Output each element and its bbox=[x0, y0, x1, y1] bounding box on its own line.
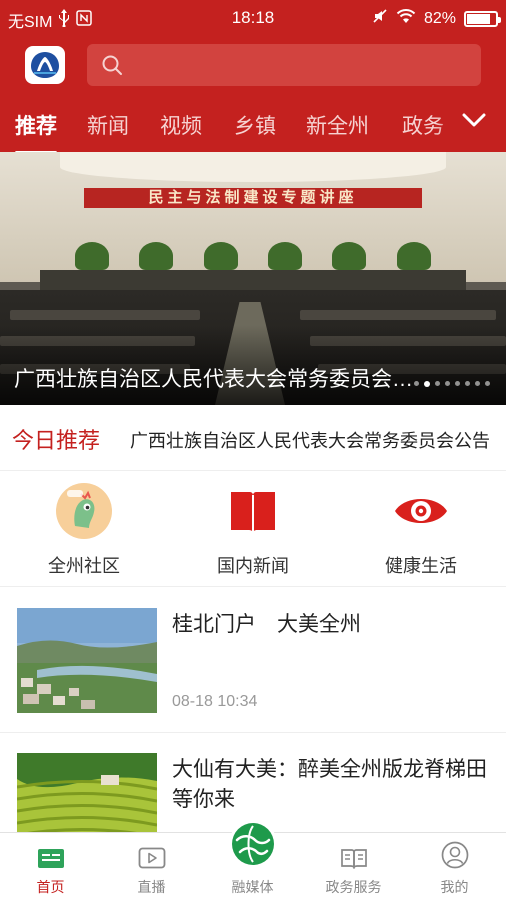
carousel-dot[interactable] bbox=[465, 381, 470, 386]
app-logo[interactable] bbox=[25, 46, 65, 84]
today-recommend-label: 今日推荐 bbox=[12, 428, 101, 453]
news-title[interactable]: 大仙有大美：醉美全州版龙脊梯田等你来 bbox=[172, 755, 492, 815]
tab-recommend[interactable]: 推荐 bbox=[15, 110, 57, 154]
banner-caption[interactable]: 广西壮族自治区人民代表大会常务委员会公告 bbox=[14, 363, 419, 393]
today-recommend-text[interactable]: 广西壮族自治区人民代表大会常务委员会公告 bbox=[130, 427, 490, 453]
nav-profile[interactable]: 我的 bbox=[404, 833, 505, 900]
carousel-dot[interactable] bbox=[435, 381, 440, 386]
globe-icon[interactable] bbox=[229, 820, 277, 868]
carousel-dot[interactable] bbox=[475, 381, 480, 386]
quick-link-label: 国内新闻 bbox=[217, 556, 289, 576]
mute-icon bbox=[372, 8, 388, 29]
tab-video[interactable]: 视频 bbox=[160, 110, 202, 140]
search-input[interactable] bbox=[87, 44, 481, 86]
news-title[interactable]: 桂北门户 大美全州 bbox=[172, 610, 492, 640]
book-icon bbox=[224, 482, 282, 540]
carousel-dot[interactable] bbox=[424, 381, 430, 387]
news-list-item[interactable]: 大仙有大美：醉美全州版龙脊梯田等你来 bbox=[0, 733, 506, 858]
headline-carousel[interactable]: 民主与法制建设专题讲座 广西壮族自治区人民代表大会常务委员会公告 bbox=[0, 152, 506, 405]
quick-link-label: 全州社区 bbox=[48, 556, 120, 576]
quick-link-community[interactable]: 全州社区 bbox=[4, 482, 164, 578]
quick-link-domestic-news[interactable]: 国内新闻 bbox=[173, 482, 333, 578]
banner-sign: 民主与法制建设专题讲座 bbox=[84, 188, 422, 208]
battery-percent: 82% bbox=[423, 9, 456, 27]
eye-icon bbox=[392, 482, 450, 540]
quick-link-healthy-life[interactable]: 健康生活 bbox=[341, 482, 501, 578]
service-book-icon bbox=[303, 833, 404, 869]
tab-new-quanzhou[interactable]: 新全州 bbox=[306, 110, 369, 140]
nav-live[interactable]: 直播 bbox=[101, 833, 202, 900]
news-time: 08-18 10:34 bbox=[172, 693, 258, 710]
quick-links: 全州社区 国内新闻 健康生活 bbox=[0, 472, 506, 587]
nav-label: 政务服务 bbox=[325, 879, 382, 895]
nav-label: 首页 bbox=[36, 879, 65, 895]
quick-link-label: 健康生活 bbox=[385, 556, 457, 576]
nav-label: 融媒体 bbox=[231, 879, 274, 895]
news-thumbnail bbox=[17, 608, 157, 713]
tab-towns[interactable]: 乡镇 bbox=[234, 110, 276, 140]
nav-label: 我的 bbox=[440, 879, 469, 895]
nav-home[interactable]: 首页 bbox=[0, 833, 101, 900]
profile-icon bbox=[404, 833, 505, 869]
live-icon bbox=[101, 833, 202, 869]
channel-tabs: 推荐 新闻 视频 乡镇 新全州 政务 bbox=[0, 100, 506, 154]
carousel-dot[interactable] bbox=[414, 381, 419, 386]
nav-label: 直播 bbox=[137, 879, 166, 895]
carousel-dot[interactable] bbox=[445, 381, 450, 386]
tab-news[interactable]: 新闻 bbox=[87, 110, 129, 140]
app-header: 无SIM 18:18 82% 推荐 新闻 视频 乡镇 新全州 政务 bbox=[0, 0, 506, 154]
today-recommend[interactable]: 今日推荐 广西壮族自治区人民代表大会常务委员会公告 bbox=[0, 405, 506, 471]
battery-icon bbox=[464, 10, 501, 27]
search-icon bbox=[101, 54, 123, 81]
wifi-icon bbox=[396, 8, 416, 29]
nav-gov-services[interactable]: 政务服务 bbox=[303, 833, 404, 900]
carousel-dot[interactable] bbox=[455, 381, 460, 386]
carousel-dot[interactable] bbox=[485, 381, 490, 386]
home-icon bbox=[0, 833, 101, 869]
news-list-item[interactable]: 桂北门户 大美全州 08-18 10:34 bbox=[0, 588, 506, 732]
chevron-down-icon[interactable] bbox=[462, 112, 486, 133]
community-mascot-icon bbox=[55, 482, 113, 540]
status-bar: 无SIM 18:18 82% bbox=[0, 0, 506, 36]
carousel-indicator bbox=[414, 381, 490, 387]
